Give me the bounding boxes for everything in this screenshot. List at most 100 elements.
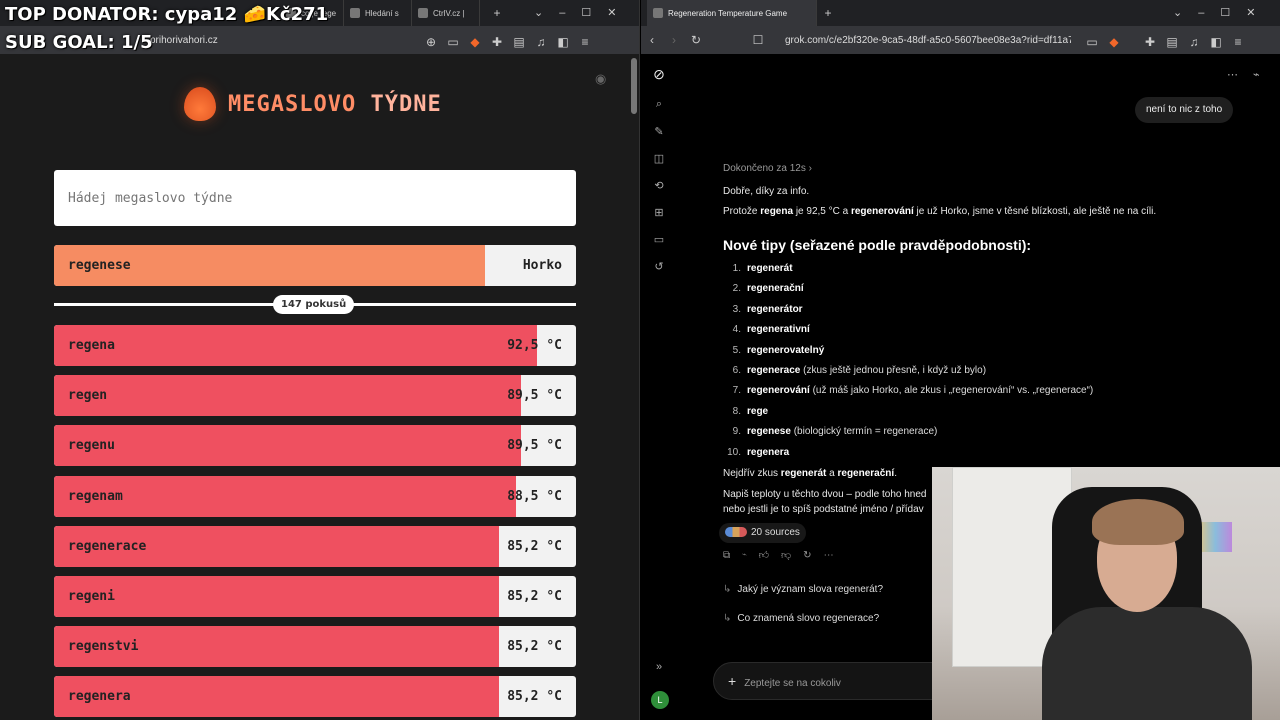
guess-temperature: Horko [522,258,562,273]
top-donator-overlay: TOP DONATOR: cypa12 🧀Kč271 [5,4,329,25]
tab-label: Regeneration Temperature Game [668,8,788,18]
tip-note: (zkus ještě jednou přesně, i když už byl… [800,365,987,376]
projects-icon[interactable]: ⟲ [652,179,666,193]
media-icon[interactable]: ♫ [1183,35,1205,49]
reply-arrow-icon: ↳ [723,613,732,624]
menu-icon[interactable]: ≡ [574,35,596,49]
tip-number: 1. [732,263,741,274]
tip-item: 6. regenerace (zkus ještě jednou přesně, … [723,365,986,376]
guess-row: regena 92,5 °C [54,325,576,366]
brave-shield-icon[interactable]: ◆ [1103,35,1125,49]
imagine-icon[interactable]: ⊞ [652,206,666,220]
reload-icon[interactable]: ↻ [685,33,707,47]
guess-input[interactable] [54,170,576,226]
cast-icon[interactable]: ▭ [442,35,464,49]
reply-para-3: Nejdřív zkus regenerát a regenerační. [723,468,897,479]
guess-word: regen [68,388,108,404]
current-guess-row: regenese Horko [54,245,576,286]
sub-goal-overlay: SUB GOAL: 1/5 [5,32,153,53]
grok-favicon-icon [653,8,663,18]
tip-number: 2. [732,283,741,295]
guess-temperature: 85,2 °C [507,639,562,655]
sources-button[interactable]: 20 sources [719,523,806,543]
scrollbar-thumb[interactable] [631,58,637,114]
more-options-icon[interactable]: ⋯ [1227,68,1238,81]
search-icon[interactable]: ⌕ [652,98,666,112]
tab-label: Hledání s [365,8,399,18]
expand-sidebar-icon[interactable]: » [652,661,666,675]
bookmark-icon[interactable]: ☐ [747,33,769,47]
guess-temperature: 85,2 °C [507,689,562,705]
eye-icon[interactable]: ◉ [595,71,606,87]
copy-icon[interactable]: ⧉ [723,550,742,561]
attach-plus-icon[interactable]: + [728,673,736,689]
new-tab-icon[interactable]: + [817,6,839,20]
link-icon[interactable]: ⌁ [742,550,758,561]
tip-number: 8. [732,405,741,417]
webcam-overlay [932,467,1280,720]
user-message: není to nic z toho [1135,97,1234,123]
tip-number: 10. [727,446,741,458]
sidebar-icon[interactable]: ◧ [1205,35,1227,49]
url-field[interactable]: grok.com/c/e2bf320e-9ca5-48df-a5c0-5607b… [785,35,1071,46]
media-icon[interactable]: ♫ [530,35,552,49]
thumbs-down-icon[interactable]: 👎︎ [781,550,803,561]
brave-shield-icon[interactable]: ◆ [464,35,486,49]
grok-sidebar: ⊘ ⌕ ✎ ◫ ⟲ ⊞ ▭ ↺ » [641,54,677,720]
back-icon[interactable]: ‹ [641,33,663,47]
page-scrollbar[interactable] [629,54,639,720]
reply-para-5: nebo jestli je to spíš podstatné jméno /… [723,504,924,515]
voice-icon[interactable]: ◫ [652,152,666,166]
extensions-icon[interactable]: ✚ [486,35,508,49]
temperature-bar [54,425,522,467]
tip-number: 6. [732,365,741,376]
composer-placeholder: Zeptejte se na cokoliv [744,678,841,689]
regenerate-icon[interactable]: ↻ [803,550,823,561]
thinking-status[interactable]: Dokončeno za 12s › [723,163,812,174]
new-chat-icon[interactable]: ✎ [652,125,666,139]
toolbar-icons: ▭ ◆ ✚ ▤ ♫ ◧ ≡ [1081,33,1249,51]
grok-logo-icon[interactable]: ⊘ [652,66,666,82]
url-field[interactable]: prihorivahori.cz [150,35,218,46]
share-link-icon[interactable]: ⌁ [1253,68,1260,81]
guess-temperature: 89,5 °C [507,388,562,404]
guess-word: regena [68,338,115,353]
files-icon[interactable]: ▭ [652,233,666,247]
cast-icon[interactable]: ▭ [1081,35,1103,49]
tip-item: 5. regenerovatelný [723,344,825,356]
wallet-icon[interactable]: ▤ [1161,35,1183,49]
guess-row: regeni 85,2 °C [54,576,576,617]
tab-hledani[interactable]: Hledání s [344,0,412,26]
new-tab-icon[interactable]: + [486,6,508,20]
tip-word: regenerovatelný [747,344,825,356]
guess-word: regenese [68,258,131,273]
tip-item: 4. regenerativní [723,324,810,335]
right-tab-bar: Regeneration Temperature Game + ⌄–☐✕ [641,0,1280,26]
extensions-icon[interactable]: ✚ [1139,35,1161,49]
game-logo: MEGASLOVO TÝDNE [184,87,442,121]
tip-note: (už máš jako Horko, ale zkus i „regenero… [809,385,1094,397]
tab-ctrlv[interactable]: CtrlV.cz | [412,0,480,26]
tip-item: 7. regenerování (už máš jako Horko, ale z… [723,385,1094,397]
forward-icon[interactable]: › [663,33,685,47]
sidebar-icon[interactable]: ◧ [552,35,574,49]
window-controls[interactable]: ⌄–☐✕ [1173,6,1271,19]
zoom-icon[interactable]: ⊕ [420,35,442,49]
guess-word: regenstvi [68,639,139,655]
guess-row: regenu 89,5 °C [54,425,576,467]
suggestion-1[interactable]: ↳ Jaký je význam slova regenerát? [723,584,883,595]
window-controls[interactable]: ⌄–☐✕ [534,6,632,19]
game-title: MEGASLOVO TÝDNE [228,91,442,117]
wallet-icon[interactable]: ▤ [508,35,530,49]
tip-number: 3. [732,303,741,315]
tip-word: rege [747,405,769,417]
history-icon[interactable]: ↺ [652,260,666,274]
suggestion-2[interactable]: ↳ Co znamená slovo regenerace? [723,613,879,624]
tip-item: 9. regenese (biologický termín = regenera… [723,426,938,437]
menu-icon[interactable]: ≡ [1227,35,1249,49]
thumbs-up-icon[interactable]: 👍︎ [759,550,781,561]
tab-grok[interactable]: Regeneration Temperature Game [647,0,817,26]
game-page: ◉ MEGASLOVO TÝDNE regenese Horko 147 pok… [0,54,630,720]
more-icon[interactable]: ⋯ [824,550,846,561]
user-avatar[interactable]: L [651,691,669,709]
